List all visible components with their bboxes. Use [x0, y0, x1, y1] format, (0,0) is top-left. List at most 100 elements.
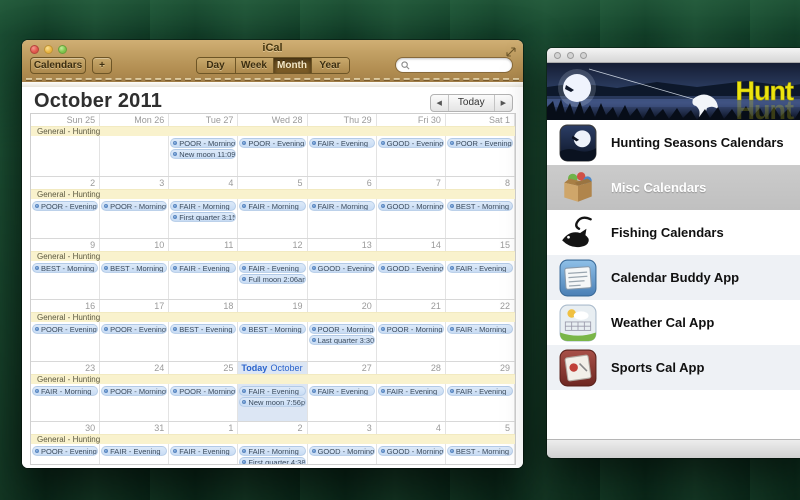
- event-pill[interactable]: FAIR - Morning: [447, 324, 513, 334]
- event-pill[interactable]: BEST - Morning: [239, 324, 305, 334]
- list-item-calendar-buddy-app[interactable]: Calendar Buddy App: [547, 255, 800, 300]
- day-cell[interactable]: 9BEST - Morning: [31, 239, 100, 299]
- prev-month-button[interactable]: ◀: [431, 95, 448, 111]
- day-cell[interactable]: 7GOOD - Morning: [377, 177, 446, 238]
- today-button[interactable]: Today: [448, 95, 494, 111]
- day-cell[interactable]: 12FAIR - EveningFull moon 2:06am: [238, 239, 307, 299]
- event-pill[interactable]: POOR - Evening: [101, 324, 167, 334]
- day-cell[interactable]: 10BEST - Morning: [100, 239, 169, 299]
- day-cell[interactable]: Mon 26: [100, 114, 169, 176]
- event-pill[interactable]: FAIR - Morning: [239, 446, 305, 456]
- event-pill[interactable]: GOOD - Evening: [378, 263, 444, 273]
- event-pill[interactable]: POOR - Morning: [101, 386, 167, 396]
- day-cell[interactable]: Thu 29FAIR - Evening: [308, 114, 377, 176]
- zoom-button-inactive[interactable]: [580, 52, 587, 59]
- all-day-banner[interactable]: General - Hunting: [31, 374, 515, 384]
- event-pill[interactable]: Last quarter 3:30am: [309, 335, 375, 345]
- view-tab-month[interactable]: Month: [273, 58, 311, 73]
- event-pill[interactable]: FAIR - Evening: [170, 446, 236, 456]
- list-item-hunting-seasons-calendars[interactable]: Hunting Seasons Calendars: [547, 120, 800, 165]
- event-pill[interactable]: New moon 7:56pm: [239, 397, 305, 407]
- event-pill[interactable]: FAIR - Evening: [309, 138, 375, 148]
- day-cell[interactable]: 22FAIR - Morning: [446, 300, 515, 361]
- event-pill[interactable]: POOR - Evening: [32, 201, 98, 211]
- event-pill[interactable]: POOR - Morning: [378, 324, 444, 334]
- event-pill[interactable]: FAIR - Morning: [32, 386, 98, 396]
- event-pill[interactable]: POOR - Evening: [239, 138, 305, 148]
- day-cell[interactable]: 23FAIR - Morning: [31, 362, 100, 421]
- event-pill[interactable]: BEST - Morning: [447, 446, 513, 456]
- all-day-banner[interactable]: General - Hunting: [31, 189, 515, 199]
- day-cell[interactable]: 17POOR - Evening: [100, 300, 169, 361]
- day-cell[interactable]: 2POOR - Evening: [31, 177, 100, 238]
- event-pill[interactable]: FAIR - Evening: [447, 386, 513, 396]
- day-cell[interactable]: 5FAIR - Morning: [238, 177, 307, 238]
- event-pill[interactable]: FAIR - Evening: [239, 263, 305, 273]
- event-pill[interactable]: BEST - Morning: [32, 263, 98, 273]
- event-pill[interactable]: FAIR - Evening: [309, 386, 375, 396]
- event-pill[interactable]: GOOD - Evening: [378, 138, 444, 148]
- close-button-inactive[interactable]: [554, 52, 561, 59]
- day-cell[interactable]: 19BEST - Morning: [238, 300, 307, 361]
- event-pill[interactable]: POOR - Morning: [309, 324, 375, 334]
- event-pill[interactable]: New moon 11:09am: [170, 149, 236, 159]
- fullscreen-icon[interactable]: [506, 44, 516, 54]
- day-cell[interactable]: 24POOR - Morning: [100, 362, 169, 421]
- day-cell[interactable]: 11FAIR - Evening: [169, 239, 238, 299]
- event-pill[interactable]: BEST - Morning: [447, 201, 513, 211]
- event-pill[interactable]: FAIR - Morning: [170, 201, 236, 211]
- day-cell[interactable]: 13GOOD - Evening: [308, 239, 377, 299]
- event-pill[interactable]: GOOD - Morning: [378, 201, 444, 211]
- next-month-button[interactable]: ▶: [494, 95, 512, 111]
- list-item-sports-cal-app[interactable]: Sports Cal App: [547, 345, 800, 390]
- all-day-banner[interactable]: General - Hunting: [31, 434, 515, 444]
- event-pill[interactable]: POOR - Morning: [101, 201, 167, 211]
- list-item-misc-calendars[interactable]: Misc Calendars: [547, 165, 800, 210]
- ical-titlebar[interactable]: iCal: [22, 40, 523, 57]
- day-cell[interactable]: Fri 30GOOD - Evening: [377, 114, 446, 176]
- event-pill[interactable]: POOR - Morning: [170, 386, 236, 396]
- close-button[interactable]: [30, 45, 39, 54]
- zoom-button[interactable]: [58, 45, 67, 54]
- event-pill[interactable]: Full moon 2:06am: [239, 274, 305, 284]
- day-cell[interactable]: 21POOR - Morning: [377, 300, 446, 361]
- day-cell[interactable]: 18BEST - Evening: [169, 300, 238, 361]
- day-cell[interactable]: 25POOR - Morning: [169, 362, 238, 421]
- event-pill[interactable]: FAIR - Morning: [239, 201, 305, 211]
- search-input[interactable]: [410, 60, 500, 70]
- minimize-button-inactive[interactable]: [567, 52, 574, 59]
- list-item-weather-cal-app[interactable]: Weather Cal App: [547, 300, 800, 345]
- all-day-banner[interactable]: General - Hunting: [31, 126, 515, 136]
- event-pill[interactable]: POOR - Evening: [32, 446, 98, 456]
- day-cell[interactable]: 27FAIR - Evening: [308, 362, 377, 421]
- day-cell[interactable]: 14GOOD - Evening: [377, 239, 446, 299]
- day-cell[interactable]: Sat 1POOR - Evening: [446, 114, 515, 176]
- view-tab-year[interactable]: Year: [311, 58, 349, 73]
- add-calendar-button[interactable]: +: [92, 57, 112, 74]
- event-pill[interactable]: FAIR - Evening: [239, 386, 305, 396]
- calendars-button[interactable]: Calendars: [30, 57, 86, 74]
- day-cell[interactable]: 16POOR - Evening: [31, 300, 100, 361]
- event-pill[interactable]: POOR - Evening: [32, 324, 98, 334]
- all-day-banner[interactable]: General - Hunting: [31, 312, 515, 322]
- event-pill[interactable]: First quarter 3:15am: [170, 212, 236, 222]
- day-cell[interactable]: 29FAIR - Evening: [446, 362, 515, 421]
- day-cell[interactable]: Tue 27POOR - MorningNew moon 11:09am: [169, 114, 238, 176]
- day-cell[interactable]: 3POOR - Morning: [100, 177, 169, 238]
- list-item-fishing-calendars[interactable]: Fishing Calendars: [547, 210, 800, 255]
- day-cell-today[interactable]: TodayOctober 26FAIR - EveningNew moon 7:…: [238, 362, 307, 421]
- day-cell[interactable]: 6FAIR - Morning: [308, 177, 377, 238]
- event-pill[interactable]: BEST - Evening: [170, 324, 236, 334]
- day-cell[interactable]: 20POOR - MorningLast quarter 3:30am: [308, 300, 377, 361]
- event-pill[interactable]: FAIR - Evening: [378, 386, 444, 396]
- view-tab-week[interactable]: Week: [235, 58, 273, 73]
- day-cell[interactable]: 15FAIR - Evening: [446, 239, 515, 299]
- day-cell[interactable]: 8BEST - Morning: [446, 177, 515, 238]
- day-cell[interactable]: Sun 25: [31, 114, 100, 176]
- event-pill[interactable]: FAIR - Evening: [101, 446, 167, 456]
- hunt-titlebar[interactable]: [547, 48, 800, 63]
- day-cell[interactable]: 28FAIR - Evening: [377, 362, 446, 421]
- search-field[interactable]: [395, 57, 513, 73]
- event-pill[interactable]: First quarter 4:38pm: [239, 457, 305, 464]
- event-pill[interactable]: POOR - Morning: [170, 138, 236, 148]
